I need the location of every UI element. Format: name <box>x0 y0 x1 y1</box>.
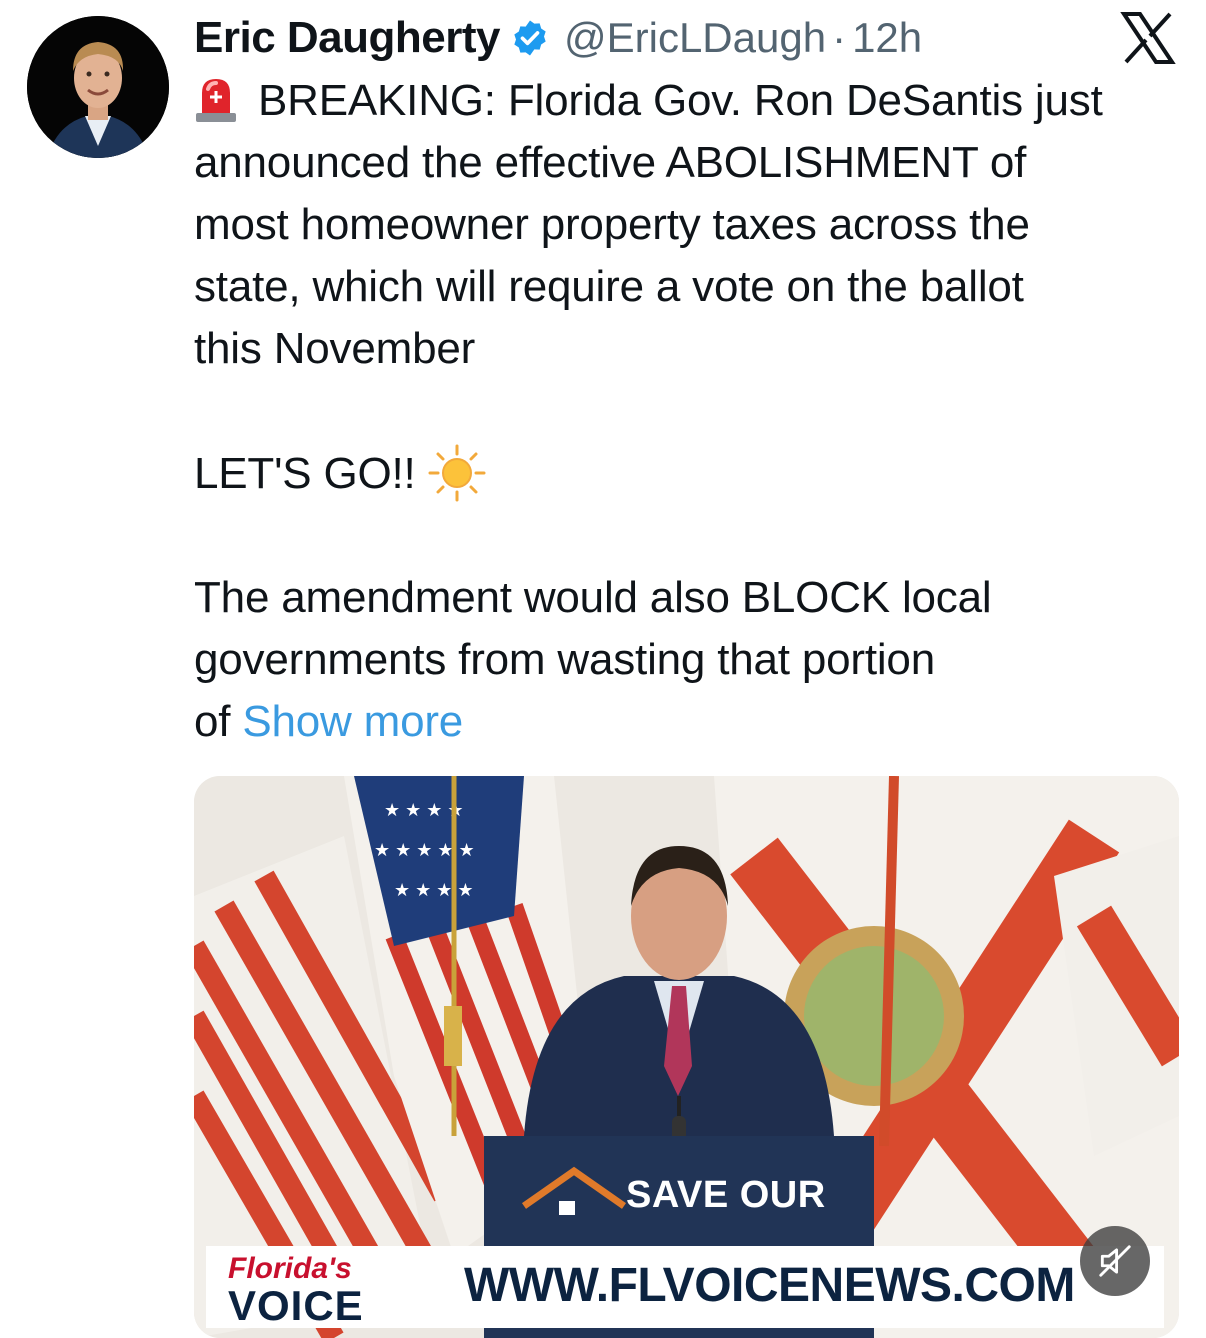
tweet-timestamp[interactable]: 12h <box>852 14 922 62</box>
header-separator: · <box>832 14 847 61</box>
tweet-line-7: governments from wasting that portion <box>194 635 935 684</box>
text-line: BREAKING: Florida Gov. Ron DeSantis just <box>194 70 1194 132</box>
tweet-line-5: this November <box>194 324 476 373</box>
svg-text:★ ★ ★ ★: ★ ★ ★ ★ <box>394 880 474 900</box>
mute-button[interactable] <box>1080 1226 1150 1296</box>
mute-icon <box>1099 1245 1131 1277</box>
tweet-text: BREAKING: Florida Gov. Ron DeSantis just… <box>194 70 1194 753</box>
tweet-line-8: of <box>194 697 231 746</box>
text-line: of Show more <box>194 691 1194 753</box>
logo-bottom-text: VOICE <box>228 1282 364 1329</box>
author-avatar[interactable] <box>27 16 169 158</box>
tweet-cheer: LET'S GO!! <box>194 449 416 498</box>
logo-top-text: Florida's <box>228 1252 352 1285</box>
tweet-line-6: The amendment would also BLOCK local <box>194 573 992 622</box>
floridas-voice-logo: Florida's VOICE <box>228 1250 408 1329</box>
tweet-line-3: most homeowner property taxes across the <box>194 200 1030 249</box>
text-line: LET'S GO!! <box>194 442 1194 505</box>
author-handle[interactable]: @EricLDaugh <box>564 14 826 62</box>
banner-url: WWW.FLVOICENEWS.COM <box>464 1259 1075 1312</box>
verified-badge-icon <box>510 18 550 58</box>
tweet-line-1: BREAKING: Florida Gov. Ron DeSantis just <box>258 76 1103 125</box>
svg-text:★ ★ ★ ★ ★: ★ ★ ★ ★ ★ <box>374 840 475 860</box>
tweet-video[interactable]: ★ ★ ★ ★ ★ ★ ★ ★ ★ ★ ★ ★ ★ SAVE OUR Flori… <box>194 776 1179 1338</box>
sun-emoji-icon <box>426 442 488 504</box>
author-name[interactable]: Eric Daugherty <box>194 13 500 63</box>
x-logo-icon <box>1120 12 1176 64</box>
tweet-line-4: state, which will require a vote on the … <box>194 262 1024 311</box>
show-more-link[interactable]: Show more <box>242 697 463 746</box>
siren-emoji-icon <box>194 73 238 123</box>
tweet-header: Eric Daugherty @EricLDaugh · 12h <box>194 10 922 66</box>
podium-sign-text: SAVE OUR <box>626 1174 826 1216</box>
news-banner: Florida's VOICE WWW.FLVOICENEWS.COM <box>206 1246 1164 1329</box>
tweet-line-2: announced the effective ABOLISHMENT of <box>194 138 1027 187</box>
